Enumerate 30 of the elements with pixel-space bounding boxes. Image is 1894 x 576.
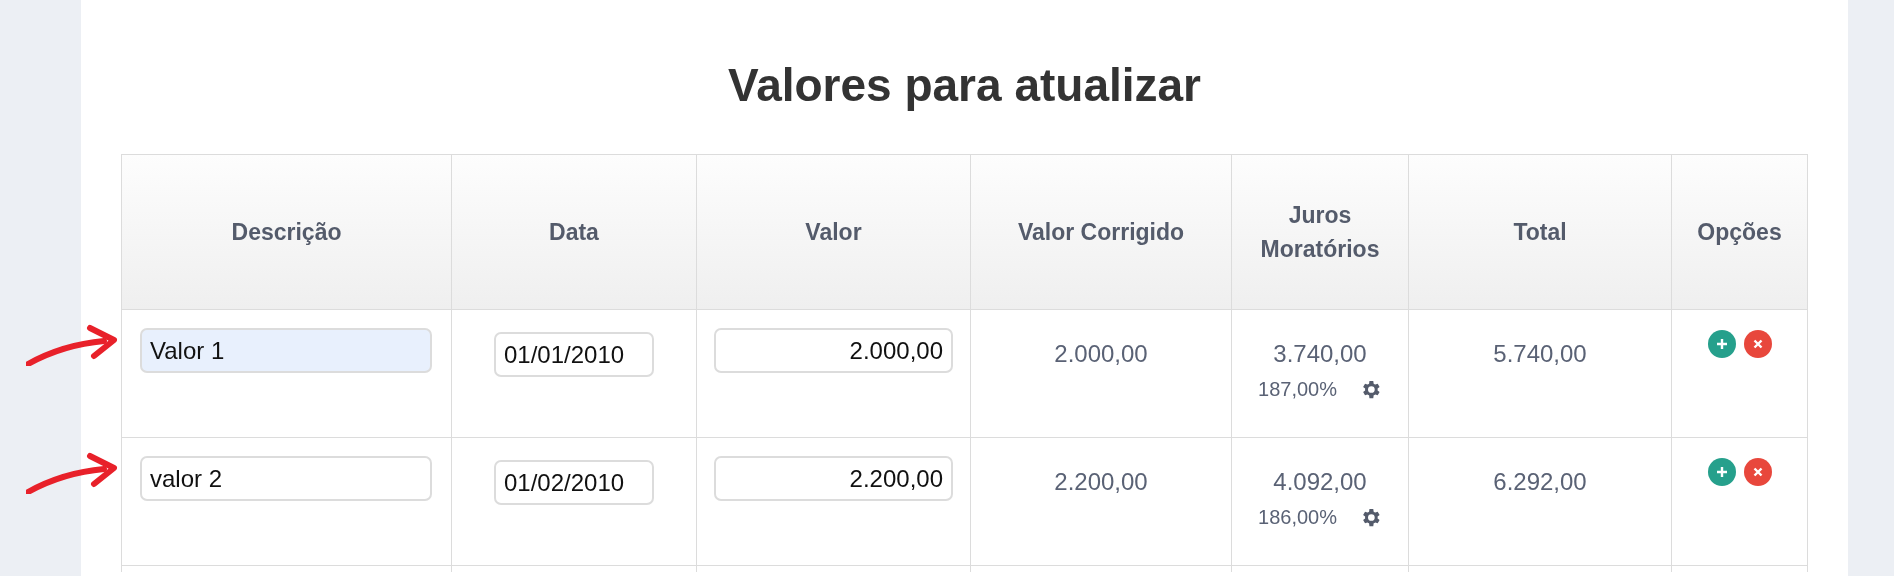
description-field[interactable]: valor 2 [140,456,432,501]
interest-rate: 186,00% [1258,506,1337,529]
add-button[interactable] [1707,458,1736,486]
interest-value: 3.740,00 [1273,340,1367,368]
page-title: Valores para atualizar [728,58,1201,113]
corrected-value: 2.200,00 [1054,468,1148,496]
column-header: Descrição [122,155,452,310]
remove-button[interactable] [1743,458,1772,486]
plus-icon [1714,337,1729,351]
column-header: Valor Corrigido [971,155,1232,310]
column-header: Data [452,155,697,310]
total-value: 5.740,00 [1493,340,1587,368]
interest-rate: 187,00% [1258,378,1337,401]
value-field[interactable]: 2.000,00 [714,328,953,373]
close-icon [1751,338,1764,350]
close-icon [1751,466,1764,478]
interest-value: 4.092,00 [1273,468,1367,496]
column-header: Valor [697,155,971,310]
column-header: Juros Moratórios [1232,155,1409,310]
date-field[interactable]: 01/02/2010 [494,460,654,505]
remove-button[interactable] [1743,330,1772,358]
total-value: 6.292,00 [1493,468,1587,496]
corrected-value: 2.000,00 [1054,340,1148,368]
value-field[interactable]: 2.200,00 [714,456,953,501]
description-field[interactable]: Valor 1 [140,328,432,373]
add-button[interactable] [1707,330,1736,358]
date-field[interactable]: 01/01/2010 [494,332,654,377]
column-header: Opções [1672,155,1808,310]
plus-icon [1714,465,1729,479]
column-header: Total [1409,155,1672,310]
